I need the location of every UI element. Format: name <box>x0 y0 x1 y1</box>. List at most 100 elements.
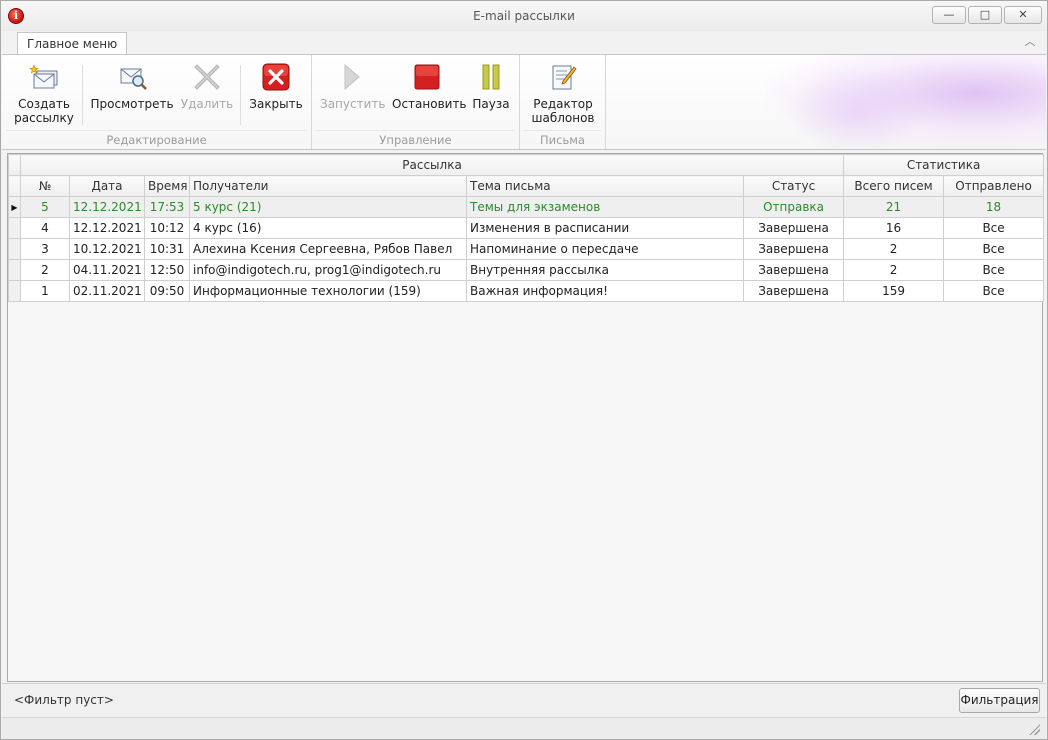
cell-num: 1 <box>20 280 70 302</box>
filter-button[interactable]: Фильтрация <box>959 688 1040 713</box>
row-indicator <box>8 280 21 302</box>
pause-icon <box>482 64 500 90</box>
create-mailing-button[interactable]: Создать рассылку <box>12 61 76 125</box>
column-header-row: № Дата Время Получатели Тема письма Стат… <box>8 175 1045 197</box>
column-header-recipients[interactable]: Получатели <box>189 175 467 197</box>
cell-subject: Изменения в расписании <box>466 217 744 239</box>
column-header-time[interactable]: Время <box>144 175 190 197</box>
table-row[interactable]: 3 10.12.2021 10:31 Алехина Ксения Сергее… <box>8 238 1045 260</box>
cell-time: 12:50 <box>144 259 190 281</box>
row-indicator <box>8 259 21 281</box>
window-title: E-mail рассылки <box>473 9 575 23</box>
row-indicator <box>8 238 21 260</box>
cell-recipients: 5 курс (21) <box>189 196 467 218</box>
delete-mailing-button[interactable]: Удалить <box>180 61 234 111</box>
app-window: i E-mail рассылки — □ ✕ Главное меню ︿ С… <box>0 0 1048 740</box>
stop-label: Остановить <box>392 97 467 111</box>
table-row[interactable]: 2 04.11.2021 12:50 info@indigotech.ru, p… <box>8 259 1045 281</box>
group-underline <box>316 130 515 131</box>
maximize-button[interactable]: □ <box>968 6 1002 24</box>
template-editor-icon <box>552 65 577 90</box>
ribbon-collapse-icon[interactable]: ︿ <box>1023 35 1037 49</box>
cell-status: Завершена <box>742 238 845 260</box>
band-mailing-header[interactable]: Рассылка <box>19 154 845 176</box>
cell-sent: Все <box>943 259 1045 281</box>
close-red-icon <box>262 63 290 91</box>
start-mailing-button[interactable]: Запустить <box>320 61 386 111</box>
table-row[interactable]: 4 12.12.2021 10:12 4 курс (16) Изменения… <box>8 217 1045 239</box>
band-stats-header[interactable]: Статистика <box>843 154 1045 176</box>
ribbon-decoration-glow <box>786 65 926 149</box>
cell-num: 5 <box>20 196 70 218</box>
cell-sent: 18 <box>943 196 1045 218</box>
cell-sent: Все <box>943 280 1045 302</box>
column-header-sent[interactable]: Отправлено <box>943 175 1045 197</box>
mailing-grid[interactable]: Рассылка Статистика № Дата Время Получат… <box>7 153 1045 682</box>
column-header-subject[interactable]: Тема письма <box>466 175 744 197</box>
pause-label: Пауза <box>472 97 510 111</box>
cell-recipients: 4 курс (16) <box>189 217 467 239</box>
ribbon: Создать рассылку Просмотреть Удалить Зак… <box>2 54 1046 150</box>
template-editor-button[interactable]: Редактор шаблонов <box>526 61 600 125</box>
cell-date: 04.11.2021 <box>69 259 145 281</box>
column-header-total[interactable]: Всего писем <box>843 175 945 197</box>
table-row[interactable]: ▶ 5 12.12.2021 17:53 5 курс (21) Темы дл… <box>8 196 1045 218</box>
cell-total: 2 <box>843 238 945 260</box>
cell-status: Завершена <box>742 280 845 302</box>
title-bar[interactable]: i E-mail рассылки — □ ✕ <box>1 1 1047 31</box>
group-label-letters: Письма <box>540 133 585 147</box>
resize-grip-icon[interactable] <box>1028 723 1040 735</box>
cell-subject: Темы для экзаменов <box>466 196 744 218</box>
close-mailing-button[interactable]: Закрыть <box>246 61 306 111</box>
header-indicator-cell <box>8 175 21 197</box>
start-label: Запустить <box>320 97 386 111</box>
pause-mailing-button[interactable]: Пауза <box>468 61 514 111</box>
cell-status: Отправка <box>742 196 845 218</box>
view-mailing-button[interactable]: Просмотреть <box>90 61 174 111</box>
ribbon-separator <box>240 65 241 125</box>
cell-num: 4 <box>20 217 70 239</box>
ribbon-separator <box>82 65 83 125</box>
editor-label-line1: Редактор <box>533 97 593 111</box>
delete-x-icon <box>194 64 220 90</box>
close-window-button[interactable]: ✕ <box>1004 6 1042 24</box>
stop-mailing-button[interactable]: Остановить <box>392 61 467 111</box>
filter-bar: <Фильтр пуст> Фильтрация <box>2 683 1046 717</box>
cell-status: Завершена <box>742 217 845 239</box>
filter-status-text[interactable]: <Фильтр пуст> <box>14 693 114 707</box>
view-mail-icon <box>120 68 147 90</box>
status-strip <box>2 717 1046 739</box>
cell-time: 09:50 <box>144 280 190 302</box>
cell-recipients: Информационные технологии (159) <box>189 280 467 302</box>
create-label-line2: рассылку <box>14 111 74 125</box>
close-label: Закрыть <box>249 97 303 111</box>
cell-sent: Все <box>943 217 1045 239</box>
play-icon <box>344 63 360 91</box>
minimize-button[interactable]: — <box>932 6 966 24</box>
cell-total: 16 <box>843 217 945 239</box>
cell-date: 12.12.2021 <box>69 217 145 239</box>
cell-time: 17:53 <box>144 196 190 218</box>
create-label-line1: Создать <box>18 97 70 111</box>
editor-label-line2: шаблонов <box>531 111 595 125</box>
new-mail-icon <box>29 64 58 89</box>
cell-sent: Все <box>943 238 1045 260</box>
cell-date: 12.12.2021 <box>69 196 145 218</box>
band-header-row: Рассылка Статистика <box>8 154 1045 176</box>
group-label-editing: Редактирование <box>106 133 207 147</box>
column-header-date[interactable]: Дата <box>69 175 145 197</box>
ribbon-tab-row: Главное меню ︿ <box>1 31 1047 56</box>
tab-main-menu[interactable]: Главное меню <box>17 32 128 56</box>
cell-time: 10:31 <box>144 238 190 260</box>
column-header-num[interactable]: № <box>20 175 70 197</box>
cell-recipients: info@indigotech.ru, prog1@indigotech.ru <box>189 259 467 281</box>
group-underline <box>6 130 307 131</box>
header-indicator-corner <box>8 154 21 176</box>
cell-total: 159 <box>843 280 945 302</box>
row-indicator-arrow-icon: ▶ <box>8 196 21 218</box>
cell-num: 2 <box>20 259 70 281</box>
table-row[interactable]: 1 02.11.2021 09:50 Информационные технол… <box>8 280 1045 302</box>
column-header-status[interactable]: Статус <box>742 175 845 197</box>
cell-total: 2 <box>843 259 945 281</box>
cell-num: 3 <box>20 238 70 260</box>
